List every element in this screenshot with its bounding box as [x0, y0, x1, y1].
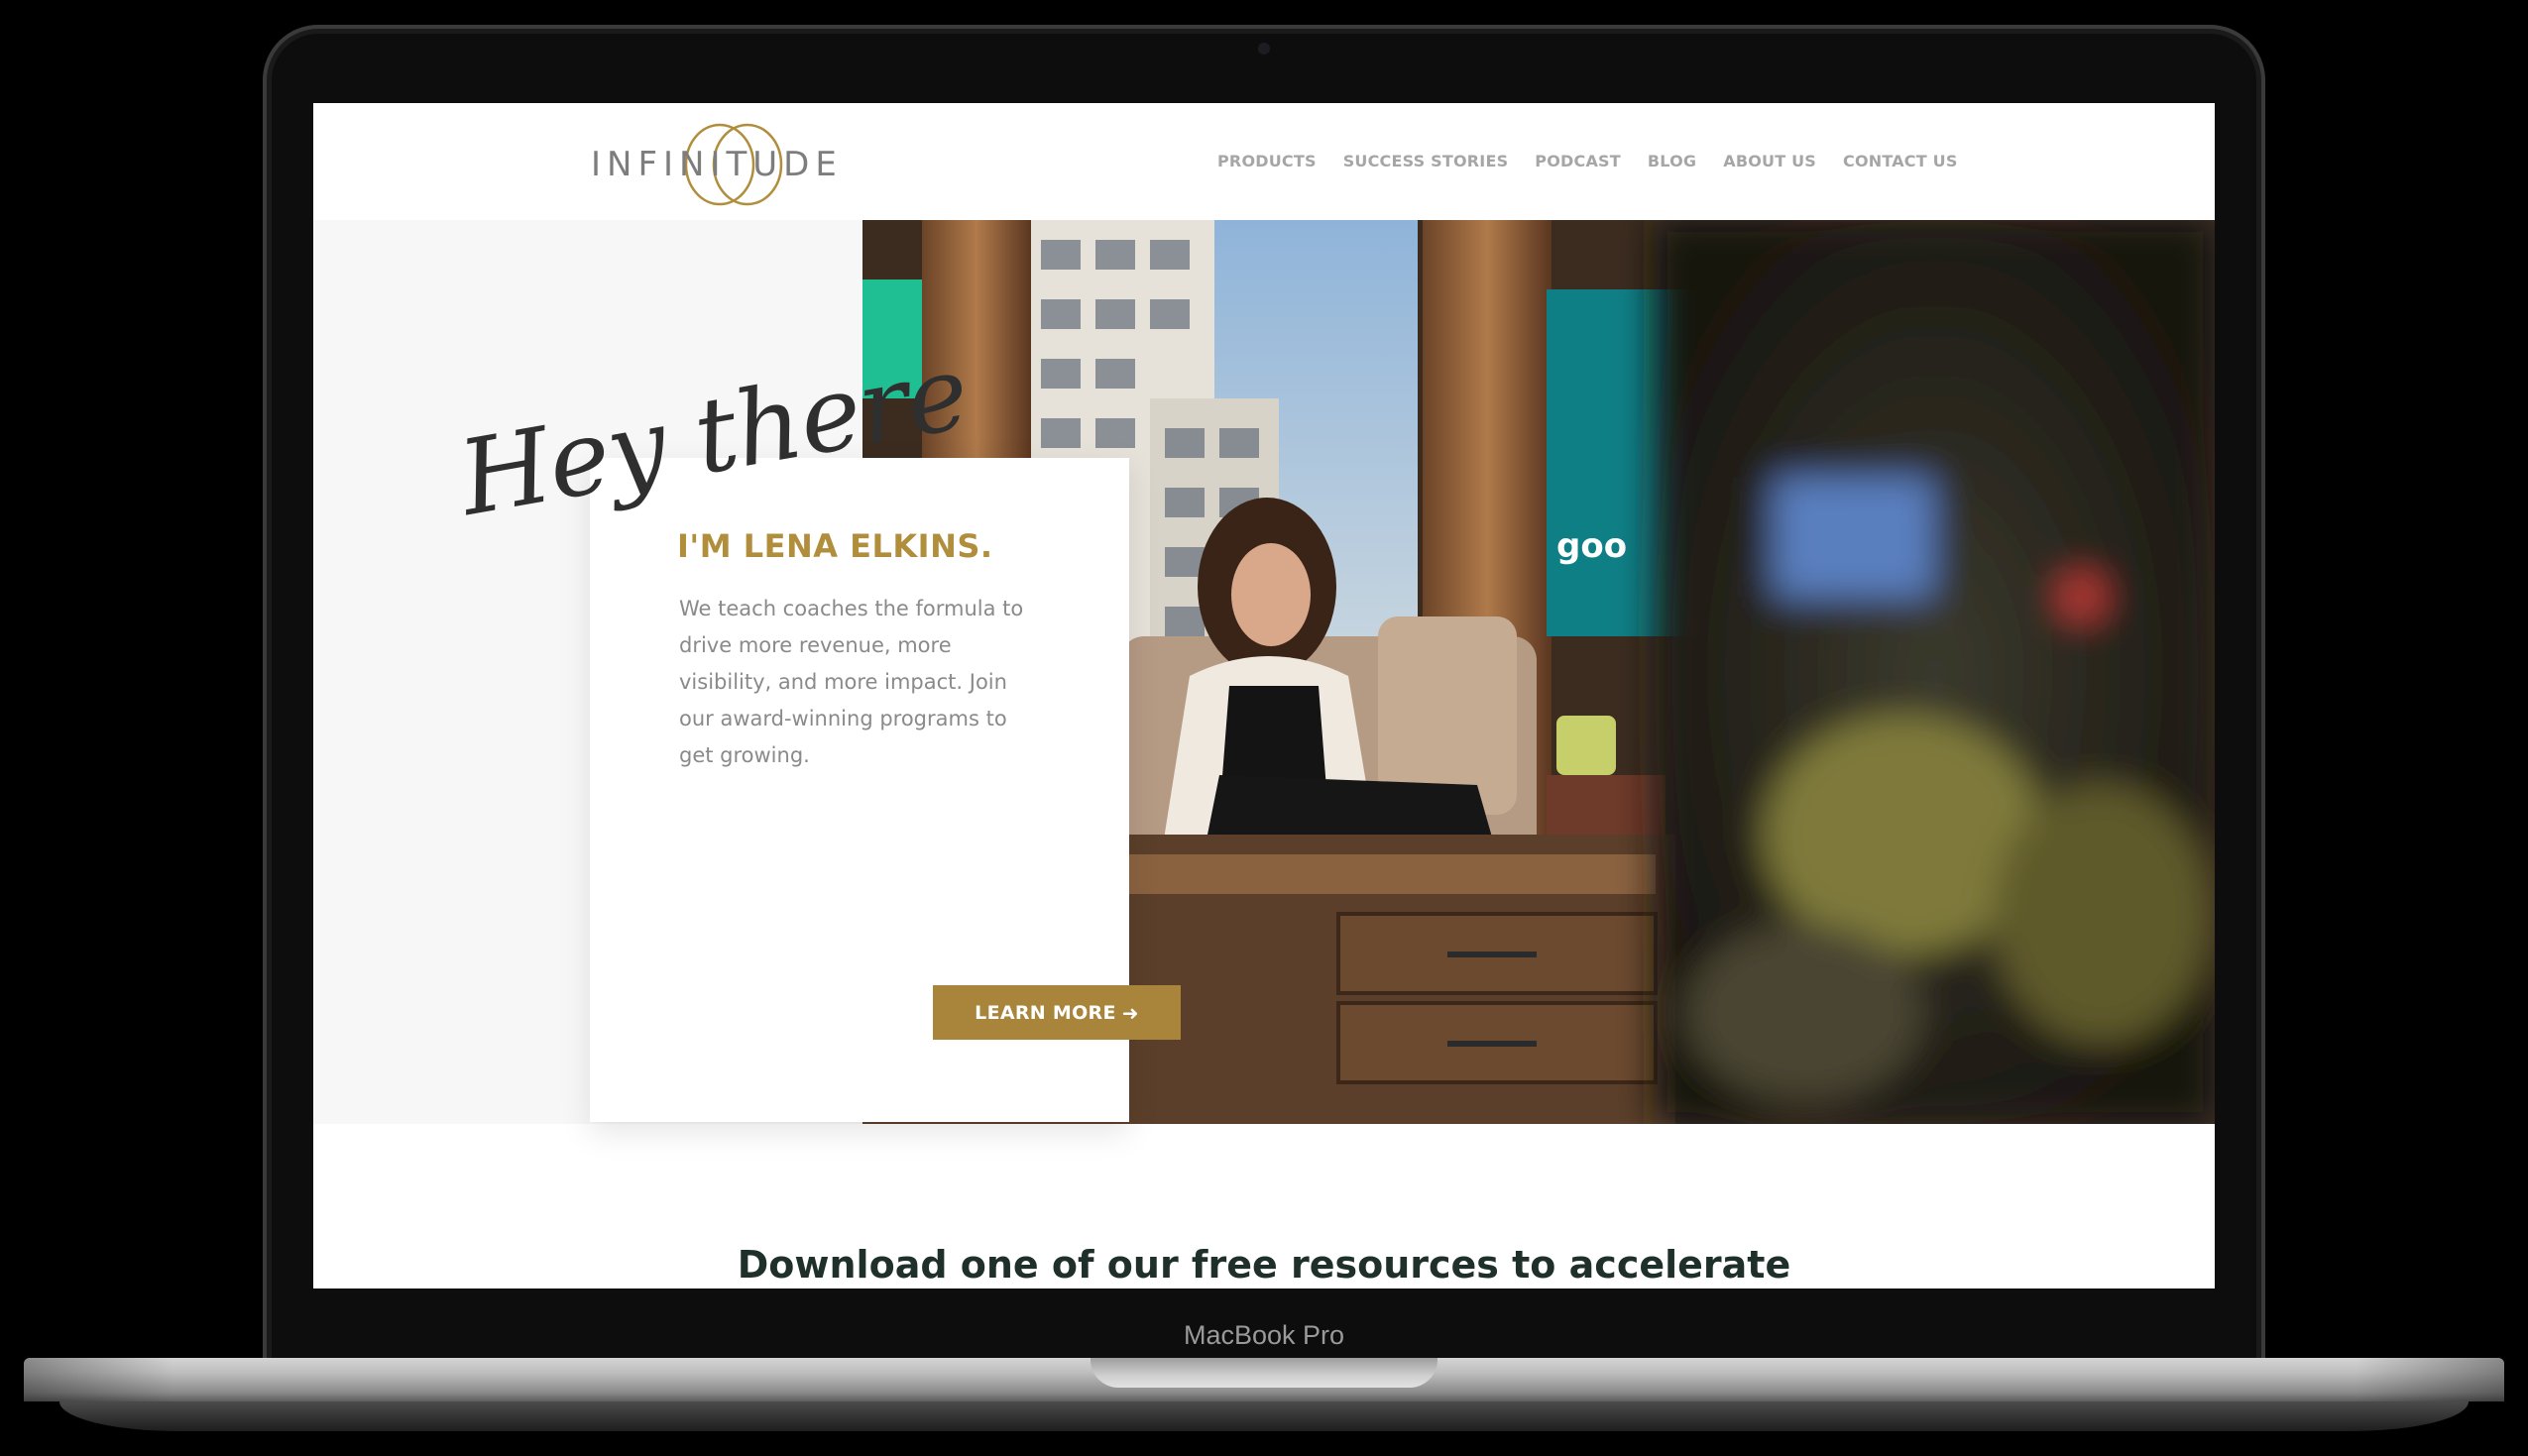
- intro-body: We teach coaches the formula to drive mo…: [679, 597, 1024, 767]
- nav-item-podcast[interactable]: PODCAST: [1535, 152, 1621, 170]
- nav-item-products[interactable]: PRODUCTS: [1217, 152, 1317, 170]
- intro-heading: I'M LENA ELKINS.: [677, 527, 993, 565]
- svg-text:goo: goo: [1556, 526, 1627, 566]
- logo[interactable]: INFINITUDE: [591, 115, 849, 210]
- resources-heading: Download one of our free resources to ac…: [737, 1243, 1791, 1287]
- laptop-foot: [59, 1401, 2469, 1431]
- nav-item-blog[interactable]: BLOG: [1648, 152, 1696, 170]
- learn-more-button[interactable]: LEARN MORE ➜: [933, 985, 1181, 1040]
- nav-item-contact-us[interactable]: CONTACT US: [1843, 152, 1958, 170]
- camera-icon: [1258, 43, 1270, 55]
- hero-section: goo Hey there: [313, 220, 2215, 1124]
- device-label: MacBook Pro: [1183, 1320, 1345, 1350]
- arrow-right-icon: ➜: [1121, 1000, 1139, 1025]
- nav-item-success-stories[interactable]: SUCCESS STORIES: [1343, 152, 1509, 170]
- learn-more-label: LEARN MORE: [975, 1001, 1116, 1024]
- logo-wordmark: INFINITUDE: [591, 145, 843, 184]
- nav-item-about-us[interactable]: ABOUT US: [1723, 152, 1816, 170]
- main-nav: PRODUCTS SUCCESS STORIES PODCAST BLOG AB…: [1217, 152, 1985, 170]
- browser-viewport: INFINITUDE PRODUCTS SUCCESS STORIES PODC…: [313, 103, 2215, 1288]
- site-header: INFINITUDE PRODUCTS SUCCESS STORIES PODC…: [313, 103, 2215, 220]
- laptop-notch: [1091, 1358, 1437, 1388]
